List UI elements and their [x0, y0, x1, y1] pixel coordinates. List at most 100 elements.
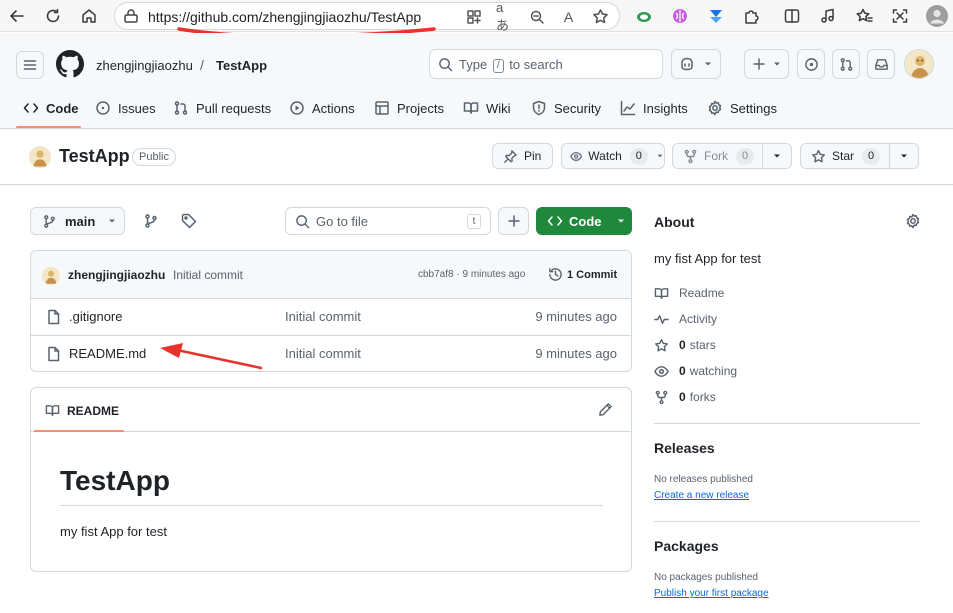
address-url[interactable]: https://github.com/zhengjingjiaozhu/Test… — [148, 9, 421, 25]
refresh-icon[interactable] — [41, 4, 65, 28]
commit-history-link[interactable]: 1 Commit — [548, 267, 617, 282]
code-icon — [547, 216, 563, 226]
chevron-down-icon — [617, 219, 624, 223]
go-to-file-input[interactable]: Go to file t — [285, 207, 491, 235]
chevron-down-icon — [901, 154, 907, 158]
copilot-button[interactable] — [671, 49, 721, 79]
tab-insights[interactable]: Insights — [620, 97, 688, 119]
file-commit-message[interactable]: Initial commit — [285, 309, 361, 324]
extensions-puzzle-icon[interactable] — [740, 4, 764, 28]
repo-description: my fist App for test — [654, 251, 761, 266]
breadcrumb-owner[interactable]: zhengjingjiaozhu — [96, 58, 193, 73]
commit-hash-time[interactable]: cbb7af8 · 9 minutes ago — [418, 269, 525, 280]
branches-icon[interactable] — [143, 213, 159, 229]
readme-heading: TestApp — [60, 465, 170, 496]
search-icon — [438, 57, 453, 72]
go-to-file-placeholder: Go to file — [316, 214, 369, 229]
translate-icon[interactable]: aあ — [496, 0, 513, 33]
watch-button[interactable]: Watch 0 — [561, 143, 665, 169]
code-dropdown-button[interactable]: Code — [536, 207, 632, 235]
fork-dropdown-button[interactable] — [762, 143, 792, 169]
split-screen-icon[interactable] — [780, 4, 804, 28]
red-arrow-annotation — [160, 343, 263, 370]
branch-selector-button[interactable]: main — [30, 207, 125, 235]
commit-message[interactable]: Initial commit — [173, 268, 243, 282]
github-header: zhengjingjiaozhu / TestApp Type / to sea… — [0, 33, 953, 129]
pin-button[interactable]: Pin — [492, 143, 553, 169]
github-logo-icon[interactable] — [56, 50, 84, 78]
activity-link[interactable]: Activity — [654, 310, 717, 328]
edit-pencil-icon[interactable] — [598, 402, 613, 417]
readme-panel: README TestApp my fist App for test — [30, 387, 632, 572]
tab-projects[interactable]: Projects — [374, 97, 444, 119]
hamburger-menu-button[interactable] — [16, 51, 44, 79]
pull-requests-button[interactable] — [832, 49, 860, 79]
zoom-icon[interactable] — [528, 8, 545, 25]
readme-link[interactable]: Readme — [654, 284, 724, 302]
tab-pull-requests[interactable]: Pull requests — [173, 97, 271, 119]
repo-name[interactable]: TestApp — [59, 146, 130, 167]
tab-issues[interactable]: Issues — [95, 97, 156, 119]
breadcrumb-repo[interactable]: TestApp — [216, 58, 267, 73]
book-icon — [463, 102, 479, 114]
tab-wiki[interactable]: Wiki — [463, 97, 511, 119]
sidebar-divider — [654, 521, 920, 522]
readme-tab[interactable]: README — [45, 403, 119, 418]
releases-heading[interactable]: Releases — [654, 440, 715, 456]
file-commit-message[interactable]: Initial commit — [285, 346, 361, 361]
star-button[interactable]: Star 0 — [800, 143, 890, 169]
chevron-down-icon — [109, 219, 116, 223]
file-name[interactable]: README.md — [69, 346, 146, 361]
global-search-input[interactable]: Type / to search — [429, 49, 663, 79]
forks-link[interactable]: 0 forks — [654, 388, 716, 406]
file-row[interactable]: .gitignore Initial commit 9 minutes ago — [31, 299, 631, 336]
tab-code[interactable]: Code — [23, 97, 79, 119]
fork-icon — [684, 149, 697, 163]
breadcrumb-separator: / — [200, 57, 204, 73]
star-icon — [654, 338, 669, 351]
user-avatar[interactable] — [904, 49, 934, 79]
owner-avatar[interactable] — [29, 146, 51, 168]
watching-link[interactable]: 0 watching — [654, 362, 737, 380]
read-aloud-icon[interactable]: A — [560, 8, 577, 25]
create-new-button[interactable] — [744, 49, 789, 79]
extension-download-icon[interactable] — [704, 4, 728, 28]
publish-package-link[interactable]: Publish your first package — [654, 588, 769, 599]
gear-icon[interactable] — [905, 213, 921, 229]
tab-actions[interactable]: Actions — [289, 97, 355, 119]
create-release-link[interactable]: Create a new release — [654, 490, 749, 501]
tab-security[interactable]: Security — [531, 97, 601, 119]
copilot-icon — [681, 57, 693, 71]
visibility-badge: Public — [132, 148, 176, 166]
file-list: zhengjingjiaozhu Initial commit cbb7af8 … — [30, 250, 632, 372]
issues-button[interactable] — [797, 49, 825, 79]
packages-heading[interactable]: Packages — [654, 538, 719, 554]
file-row[interactable]: README.md Initial commit 9 minutes ago — [31, 336, 631, 371]
inbox-button[interactable] — [867, 49, 895, 79]
tag-icon[interactable] — [181, 213, 197, 229]
app-available-icon[interactable] — [465, 8, 482, 25]
commit-author[interactable]: zhengjingjiaozhu — [68, 268, 165, 282]
site-info-icon[interactable] — [123, 8, 139, 24]
extension-brain-icon[interactable] — [668, 4, 692, 28]
back-icon[interactable] — [5, 4, 29, 28]
favorite-star-icon[interactable] — [592, 8, 609, 25]
media-control-icon[interactable] — [816, 4, 840, 28]
play-icon — [290, 101, 304, 115]
issue-icon — [804, 57, 818, 71]
add-file-button[interactable] — [498, 207, 529, 235]
fork-button[interactable]: Fork 0 — [672, 143, 763, 169]
extension-cloud-icon[interactable] — [632, 4, 656, 28]
star-list-dropdown-button[interactable] — [889, 143, 919, 169]
profile-icon[interactable] — [925, 4, 949, 28]
favorites-icon[interactable] — [852, 4, 876, 28]
commit-author-avatar[interactable] — [42, 267, 60, 285]
pin-icon — [504, 149, 517, 163]
home-icon[interactable] — [77, 4, 101, 28]
screenshot-icon[interactable] — [888, 4, 912, 28]
tab-settings[interactable]: Settings — [707, 97, 777, 119]
watch-count: 0 — [629, 147, 648, 165]
file-name[interactable]: .gitignore — [69, 309, 122, 324]
stars-link[interactable]: 0 stars — [654, 336, 716, 354]
table-icon — [375, 101, 389, 115]
